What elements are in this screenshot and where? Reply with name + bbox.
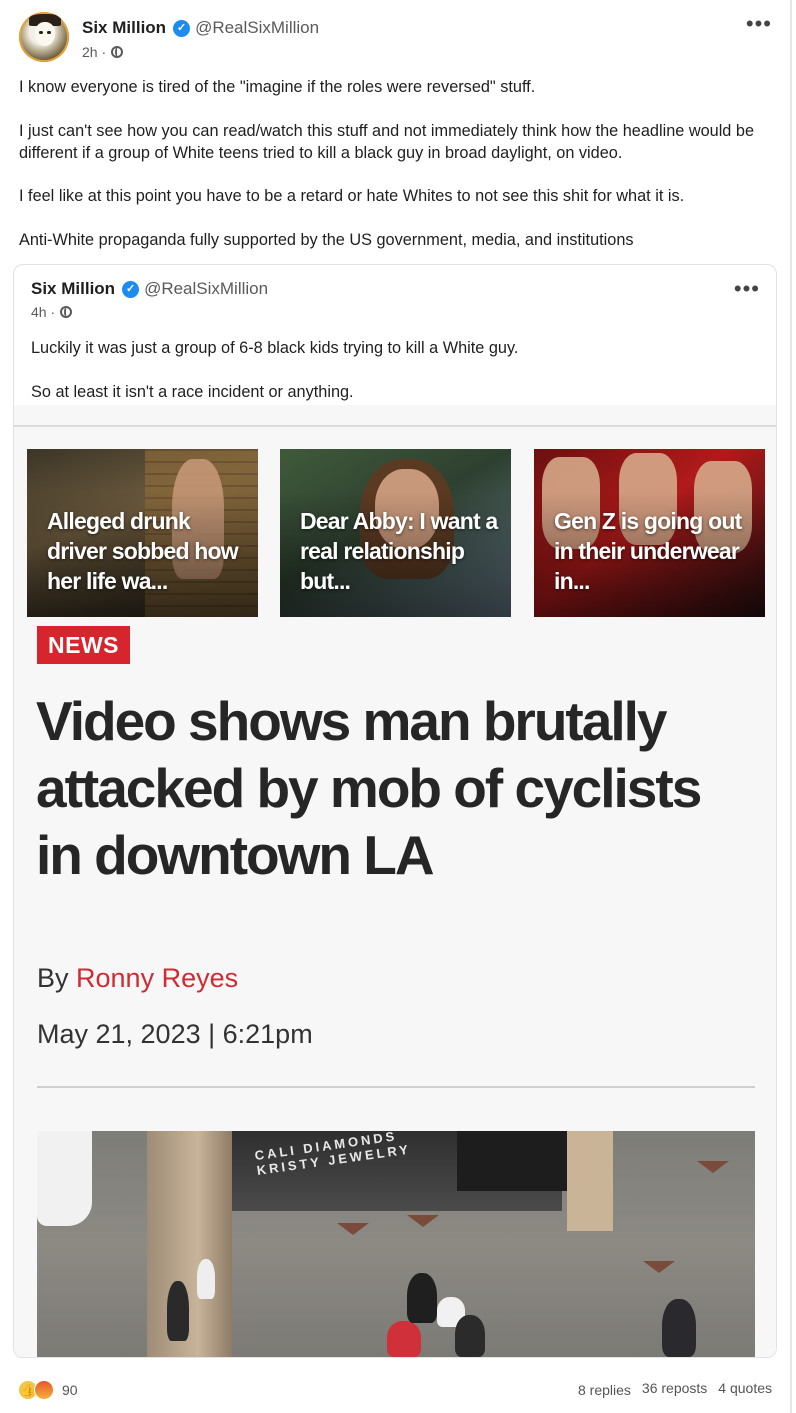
post-header: Six Million ✓ @RealSixMillion 2h · •••: [19, 12, 772, 64]
promo-caption: Alleged drunk driver sobbed how her life…: [47, 508, 239, 594]
more-icon[interactable]: •••: [734, 278, 760, 300]
quoted-post-timestamp[interactable]: 4h: [31, 304, 47, 320]
quotes-count[interactable]: 4 quotes: [718, 1380, 772, 1396]
article-byline: By Ronny Reyes: [37, 963, 238, 994]
article-date: May 21, 2023 | 6:21pm: [37, 1019, 313, 1049]
promo-caption: Dear Abby: I want a real relationship bu…: [300, 508, 498, 594]
globe-icon: [111, 46, 124, 58]
article-photo: CALI DIAMONDS KRISTY JEWELRY: [37, 1131, 755, 1357]
post-timestamp[interactable]: 2h: [82, 44, 98, 60]
author-handle[interactable]: @RealSixMillion: [195, 18, 319, 38]
promo-caption: Gen Z is going out in their underwear in…: [554, 508, 742, 594]
post-paragraph: I just can't see how you can read/watch …: [19, 121, 754, 162]
angry-reaction-icon: [34, 1380, 54, 1400]
promo-card: Alleged drunk driver sobbed how her life…: [27, 449, 258, 617]
article-author: Ronny Reyes: [76, 963, 239, 993]
post-body: I know everyone is tired of the "imagine…: [19, 76, 771, 272]
post-footer: 👍 90 8 replies 36 reposts 4 quotes: [19, 1380, 772, 1402]
quoted-author-name[interactable]: Six Million: [31, 279, 115, 299]
engagement-stats: 8 replies 36 reposts 4 quotes: [578, 1380, 772, 1398]
news-badge: NEWS: [37, 626, 130, 664]
reaction-count: 90: [62, 1382, 78, 1398]
article-divider: [37, 1086, 755, 1088]
post-paragraph: Anti-White propaganda fully supported by…: [19, 230, 634, 249]
promo-card: Dear Abby: I want a real relationship bu…: [280, 449, 511, 617]
article-headline: Video shows man brutally attacked by mob…: [36, 690, 702, 886]
post-card: Six Million ✓ @RealSixMillion 2h · ••• I…: [0, 0, 792, 1413]
post-paragraph: I feel like at this point you have to be…: [19, 187, 685, 205]
promo-card: Gen Z is going out in their underwear in…: [534, 449, 765, 617]
more-icon[interactable]: •••: [746, 13, 772, 35]
quoted-post[interactable]: Six Million ✓ @RealSixMillion 4h · ••• L…: [13, 264, 777, 1358]
quoted-author-handle[interactable]: @RealSixMillion: [144, 279, 268, 299]
quoted-paragraph: Luckily it was just a group of 6-8 black…: [31, 339, 519, 357]
post-paragraph: I know everyone is tired of the "imagine…: [19, 78, 536, 96]
replies-count[interactable]: 8 replies: [578, 1382, 631, 1398]
quoted-paragraph: So at least it isn't a race incident or …: [31, 382, 354, 401]
verified-badge-icon: ✓: [122, 280, 140, 298]
reactions[interactable]: 👍 90: [19, 1380, 78, 1400]
verified-badge-icon: ✓: [173, 19, 191, 37]
reposts-count[interactable]: 36 reposts: [642, 1380, 707, 1396]
byline-prefix: By: [37, 963, 77, 993]
author-name[interactable]: Six Million: [82, 18, 166, 38]
article-screenshot[interactable]: Alleged drunk driver sobbed how her life…: [14, 405, 776, 1357]
avatar[interactable]: [19, 12, 69, 62]
quoted-post-header: Six Million ✓ @RealSixMillion 4h · •••: [31, 276, 760, 321]
globe-icon: [60, 306, 73, 318]
